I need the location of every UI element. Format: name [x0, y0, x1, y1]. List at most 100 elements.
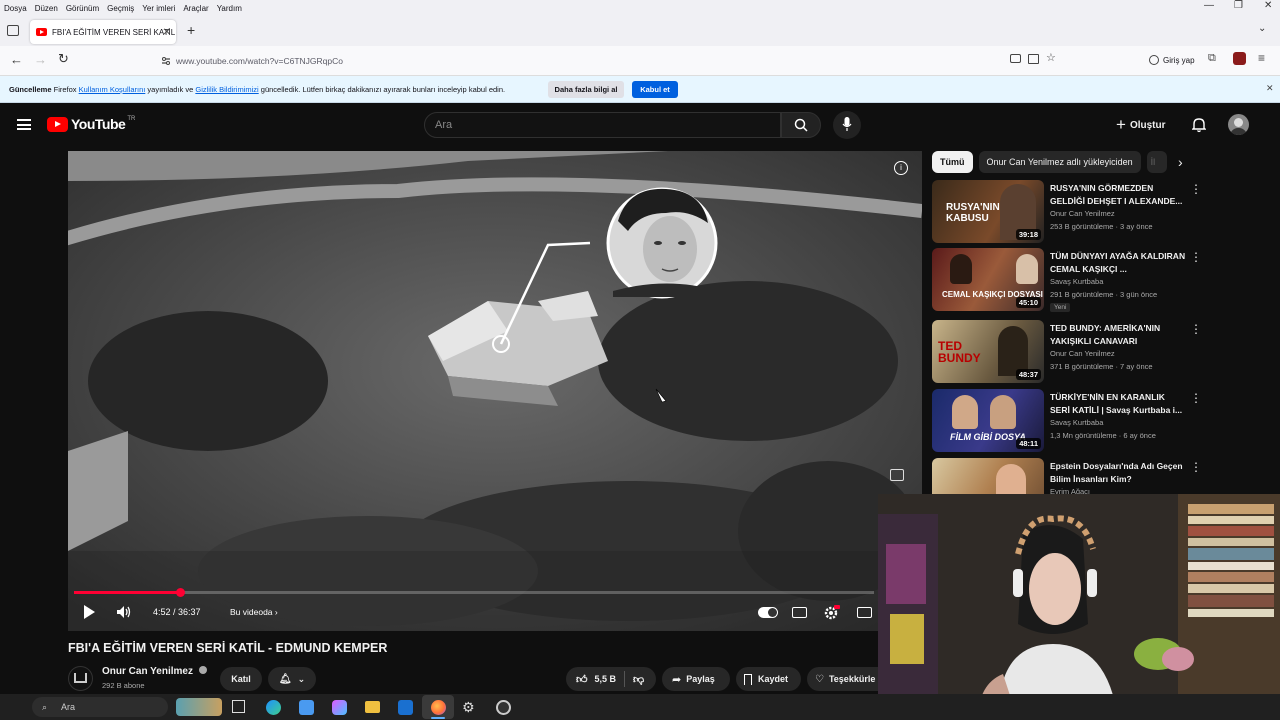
obs-icon[interactable] [496, 700, 511, 715]
taskbar-search[interactable]: ⌕ Ara [32, 697, 168, 717]
extensions-icon[interactable]: ⧉ [1208, 52, 1216, 65]
back-icon[interactable]: ← [10, 52, 23, 67]
chip-related[interactable]: İl [1146, 151, 1167, 173]
widget-thumbnail[interactable] [176, 698, 222, 716]
recommendation-channel[interactable]: Savaş Kurtbaba [1050, 418, 1103, 427]
recommendation-thumbnail[interactable]: FİLM GİBİ DOSYA 48:11 [932, 389, 1044, 452]
info-icon[interactable]: i [894, 161, 908, 175]
more-options-icon[interactable]: ⋮ [1190, 182, 1202, 196]
browser-tab[interactable]: FBI'A EĞİTİM VEREN SERİ KATİL ✕ [30, 20, 176, 44]
channel-name[interactable]: Onur Can Yenilmez [102, 666, 207, 677]
avatar[interactable] [1228, 114, 1249, 135]
join-button[interactable]: Katıl [220, 667, 262, 691]
menu-file[interactable]: Dosya [4, 4, 27, 13]
recommendation-title[interactable]: Epstein Dosyaları'nda Adı Geçen Bilim İn… [1050, 460, 1186, 486]
file-explorer-icon[interactable] [365, 701, 380, 713]
chip-uploader[interactable]: Onur Can Yenilmez adlı yükleyiciden [978, 151, 1141, 173]
chip-all[interactable]: Tümü [932, 151, 973, 173]
miniplayer-icon[interactable] [890, 469, 904, 481]
save-page-icon[interactable] [1028, 54, 1039, 64]
thanks-button[interactable]: ♡ Teşekkürle [807, 667, 882, 691]
recommendation-item[interactable]: FİLM GİBİ DOSYA 48:11 TÜRKİYE'NİN EN KAR… [932, 389, 1267, 453]
menu-view[interactable]: Görünüm [66, 4, 99, 13]
notice-text-2: yayımladık ve [145, 84, 196, 94]
chips-next-icon[interactable]: › [1178, 154, 1183, 170]
close-window-icon[interactable]: ✕ [1264, 0, 1272, 16]
recommendation-thumbnail[interactable]: CEMAL KAŞIKÇI DOSYASI 45:10 [932, 248, 1044, 311]
recommendation-title[interactable]: TED BUNDY: AMERİKA'NIN YAKIŞIKLI CANAVAR… [1050, 322, 1186, 348]
share-button[interactable]: ➦ Paylaş [662, 667, 730, 691]
menu-tools[interactable]: Araçlar [183, 4, 208, 13]
recommendation-channel[interactable]: Savaş Kurtbaba [1050, 277, 1103, 286]
list-tabs-icon[interactable]: ⌄ [1258, 23, 1266, 34]
more-options-icon[interactable]: ⋮ [1190, 460, 1202, 474]
channel-avatar[interactable] [68, 666, 93, 691]
theater-mode-icon[interactable] [857, 607, 872, 618]
menu-history[interactable]: Geçmiş [107, 4, 134, 13]
settings-gear-icon[interactable] [823, 604, 840, 621]
video-player[interactable]: i 4:52 / 36:37 Bu videoda › [68, 151, 922, 631]
subtitles-icon[interactable] [792, 607, 807, 618]
volume-icon[interactable] [116, 605, 132, 619]
search-button[interactable] [781, 112, 821, 138]
notice-close-icon[interactable]: ✕ [1266, 83, 1274, 94]
recommendation-title[interactable]: TÜRKİYE'NİN EN KARANLIK SERİ KATİLİ | Sa… [1050, 391, 1186, 417]
save-button[interactable]: Kaydet [736, 667, 801, 691]
restore-icon[interactable]: ❐ [1234, 0, 1243, 16]
search-input[interactable]: Ara [424, 112, 781, 138]
progress-bar[interactable] [74, 588, 874, 597]
thumbs-down-icon[interactable]: 👎︎ [633, 673, 644, 686]
youtube-logo[interactable]: YouTube TR [47, 116, 135, 132]
privacy-link[interactable]: Gizlilik Bildirimimizi [195, 85, 258, 94]
menu-help[interactable]: Yardım [217, 4, 242, 13]
recommendation-channel[interactable]: Onur Can Yenilmez [1050, 209, 1115, 218]
voice-search-button[interactable] [833, 111, 861, 139]
more-options-icon[interactable]: ⋮ [1190, 391, 1202, 405]
thumbs-up-icon[interactable]: 👍︎ [576, 673, 588, 686]
tab-overview-icon[interactable] [7, 25, 19, 36]
store-icon[interactable] [299, 700, 314, 715]
recommendation-thumbnail[interactable]: RUSYA'NIN KABUSU 39:18 [932, 180, 1044, 243]
edge-icon[interactable] [266, 700, 281, 715]
play-icon[interactable] [84, 605, 95, 619]
tab-close-icon[interactable]: ✕ [163, 27, 171, 38]
subscribe-bell-button[interactable]: 🔔︎ ⌄ [268, 667, 316, 691]
more-options-icon[interactable]: ⋮ [1190, 322, 1202, 336]
forward-icon[interactable]: → [34, 52, 47, 67]
recommendation-item[interactable]: CEMAL KAŞIKÇI DOSYASI 45:10 TÜM DÜNYAYI … [932, 248, 1267, 312]
recommendation-title[interactable]: TÜM DÜNYAYI AYAĞA KALDIRAN CEMAL KAŞIKÇI… [1050, 250, 1186, 276]
signin-button[interactable]: Giriş yap [1143, 50, 1200, 70]
recommendation-item[interactable]: RUSYA'NIN KABUSU 39:18 RUSYA'NIN GÖRMEZD… [932, 180, 1267, 244]
recommendation-channel[interactable]: Onur Can Yenilmez [1050, 349, 1115, 358]
url-bar[interactable]: www.youtube.com/watch?v=C6TNJGRqpCo [152, 50, 1068, 72]
recommendation-thumbnail[interactable]: TED BUNDY 48:37 [932, 320, 1044, 383]
ublock-origin-icon[interactable] [1233, 52, 1246, 65]
menu-bookmarks[interactable]: Yer imleri [142, 4, 175, 13]
app-menu-icon[interactable]: ≡ [1258, 51, 1265, 65]
guide-menu-icon[interactable] [17, 119, 31, 130]
picture-in-picture-icon[interactable] [1010, 54, 1021, 63]
like-count[interactable]: 5,5 B [595, 674, 617, 684]
new-tab-icon[interactable]: + [187, 22, 195, 38]
region-code: TR [127, 116, 136, 122]
firefox-taskbar-button[interactable] [422, 695, 454, 719]
create-button[interactable]: + Oluştur [1116, 114, 1166, 136]
terms-link[interactable]: Kullanım Koşullarını [79, 85, 146, 94]
settings-gear-icon[interactable]: ⚙ [462, 699, 475, 716]
mail-icon[interactable] [398, 700, 413, 715]
accept-button[interactable]: Kabul et [632, 81, 678, 98]
minimize-icon[interactable]: — [1204, 0, 1214, 16]
notifications-bell-icon[interactable] [1192, 117, 1206, 133]
chapter-button[interactable]: Bu videoda › [230, 607, 278, 617]
site-info-icon[interactable] [160, 55, 172, 67]
reload-icon[interactable]: ↻ [58, 51, 69, 67]
recommendation-title[interactable]: RUSYA'NIN GÖRMEZDEN GELDİĞİ DEHŞET I ALE… [1050, 182, 1186, 208]
task-view-icon[interactable] [232, 700, 245, 713]
learn-more-button[interactable]: Daha fazla bilgi al [548, 81, 624, 98]
recommendation-item[interactable]: TED BUNDY 48:37 TED BUNDY: AMERİKA'NIN Y… [932, 320, 1267, 384]
copilot-icon[interactable] [332, 700, 347, 715]
autoplay-toggle[interactable] [758, 607, 778, 618]
bookmark-star-icon[interactable]: ☆ [1046, 51, 1056, 64]
menu-edit[interactable]: Düzen [35, 4, 58, 13]
more-options-icon[interactable]: ⋮ [1190, 250, 1202, 264]
